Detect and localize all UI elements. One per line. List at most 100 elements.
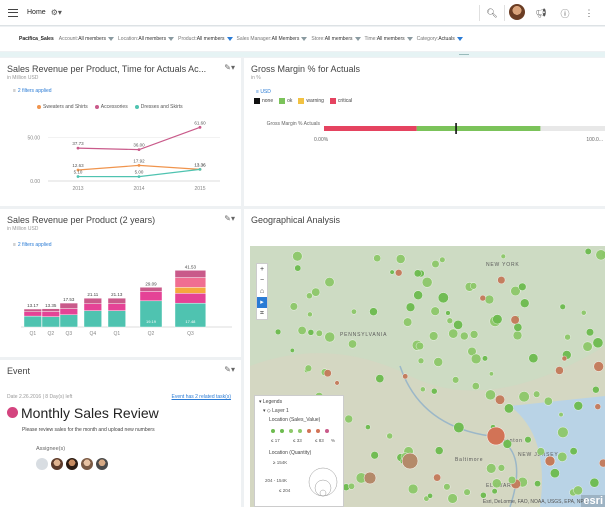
map-bubble <box>558 412 564 418</box>
map-bubble <box>363 471 377 485</box>
bar-segment <box>59 314 78 328</box>
filter-funnel-icon[interactable] <box>406 36 413 41</box>
map-bubble <box>536 447 545 456</box>
filter-item[interactable]: Sales Manager:All Members <box>237 36 308 42</box>
filter-value: Actuals <box>438 36 455 42</box>
map-bubble <box>427 493 433 499</box>
map-bubble <box>315 329 323 337</box>
avatar[interactable] <box>66 458 78 470</box>
filter-label: Account: <box>58 36 79 42</box>
event-title[interactable]: Monthly Sales Review <box>21 405 159 421</box>
map-bubble <box>528 353 539 364</box>
pin-icon[interactable]: ✎▾ <box>224 365 235 374</box>
avatar-button[interactable] <box>505 4 529 22</box>
more-icon[interactable]: ⋮ <box>577 8 601 19</box>
map-bubble <box>421 277 433 288</box>
legend-size-circle <box>319 489 327 497</box>
map-bubble <box>594 403 601 410</box>
bullet-range <box>324 126 417 131</box>
filter-funnel-icon[interactable] <box>456 36 463 41</box>
map-bubble <box>405 302 416 312</box>
home-tab[interactable]: Home <box>27 9 46 16</box>
map-bubble <box>582 341 593 352</box>
avatar[interactable] <box>96 458 108 470</box>
map-bubble <box>584 248 592 255</box>
legend-color-tick: ≤ 83 <box>315 438 324 443</box>
map-bubble <box>495 394 505 405</box>
menu-icon[interactable] <box>8 8 18 17</box>
filter-funnel-icon[interactable] <box>168 36 175 41</box>
card-gross-margin: Gross Margin % for Actuals in % ≡ USD no… <box>244 58 605 206</box>
map-bubble <box>463 488 471 496</box>
filter-item[interactable]: Time:All members <box>365 36 413 42</box>
legend-header[interactable]: ▾ Legends <box>259 399 339 405</box>
map-bubble <box>589 477 600 488</box>
map-bubble <box>395 269 403 277</box>
filter-items: Account:All members Location:All members P… <box>59 36 467 42</box>
map-bubble <box>311 287 321 297</box>
map-bubble <box>585 328 594 337</box>
map-bubble <box>479 294 486 302</box>
bar-segment <box>23 311 42 317</box>
filter-bar: Pacifica_Sales Account:All members Locati… <box>0 27 605 51</box>
legend-header-text: Legends <box>262 399 283 405</box>
bar-segment <box>23 308 42 312</box>
zoom-out-button[interactable]: − <box>260 275 264 286</box>
map-bubble <box>446 317 453 324</box>
help-icon[interactable]: ⓘ <box>553 7 577 20</box>
lasso-icon[interactable]: ⌗ <box>260 308 264 319</box>
filter-item[interactable]: Product:All members <box>178 36 233 42</box>
map-bubble <box>595 249 605 261</box>
map-bubble <box>386 432 393 440</box>
avatar[interactable] <box>51 458 63 470</box>
bar-segment <box>107 310 126 328</box>
zoom-in-button[interactable]: + <box>260 264 264 275</box>
map-bubble <box>485 389 496 401</box>
map-bubble <box>443 483 451 491</box>
map-bubble <box>306 292 313 300</box>
filter-item[interactable]: Category:Actuals <box>417 36 463 42</box>
model-name[interactable]: Pacifica_Sales <box>19 36 54 42</box>
notifications-icon[interactable]: 📢︎ <box>529 8 553 19</box>
filter-funnel-icon[interactable] <box>226 36 233 41</box>
data-point <box>137 148 141 152</box>
search-icon[interactable]: 🔍︎ <box>480 8 504 19</box>
avatar[interactable] <box>81 458 93 470</box>
map-bubble <box>520 298 530 308</box>
related-tasks-link[interactable]: Event has 2 related task(s) <box>172 394 231 400</box>
map-bubble <box>504 403 514 414</box>
divider-grip[interactable] <box>459 54 469 55</box>
filter-label: Product: <box>178 36 197 42</box>
x-tick-label: Q1 <box>113 331 120 337</box>
legend-layer[interactable]: ▾ ◇ Layer 1 <box>263 408 339 414</box>
data-label: 12.63 <box>72 163 84 168</box>
legend-color-dot <box>289 429 293 433</box>
filter-item[interactable]: Location:All members <box>118 36 175 42</box>
filter-value: All members <box>138 36 167 42</box>
panel-divider[interactable] <box>0 52 605 57</box>
wrench-icon[interactable]: ⚙▾ <box>51 8 62 17</box>
data-label: 5.00 <box>135 170 144 175</box>
filter-item[interactable]: Account:All members <box>58 36 115 42</box>
y-tick-label: 50.00 <box>27 135 40 141</box>
map-bubble <box>497 276 506 285</box>
map-legend: ▾ Legends ▾ ◇ Layer 1 Location (Sales_Va… <box>254 395 344 507</box>
top-bar: Home ⚙▾ 🔍︎ 📢︎ ⓘ ⋮ <box>0 0 605 26</box>
home-icon[interactable]: ⌂ <box>260 286 264 297</box>
avatar[interactable] <box>36 458 48 470</box>
stacked-bar-chart: 13.17 Q1 13.35 Q2 17.53 Q3 21.11 Q4 21.13 Q1 29.09… <box>21 264 232 337</box>
data-point <box>76 175 80 178</box>
filter-value: All members <box>78 36 107 42</box>
filter-funnel-icon[interactable] <box>354 36 361 41</box>
filter-funnel-icon[interactable] <box>301 36 308 41</box>
filter-item[interactable]: Store:All members <box>311 36 361 42</box>
bar-total-label: 21.11 <box>87 292 98 297</box>
filter-funnel-icon[interactable] <box>108 36 115 41</box>
bar-segment <box>41 316 60 328</box>
bar-segment-label: 17.48 <box>185 319 196 324</box>
select-tool-icon[interactable]: ▸ <box>257 297 267 308</box>
x-tick-label: Q3 <box>187 331 194 337</box>
card-title: Event <box>7 366 31 376</box>
data-label: 13.36 <box>194 162 206 167</box>
map-bubble <box>469 330 479 339</box>
